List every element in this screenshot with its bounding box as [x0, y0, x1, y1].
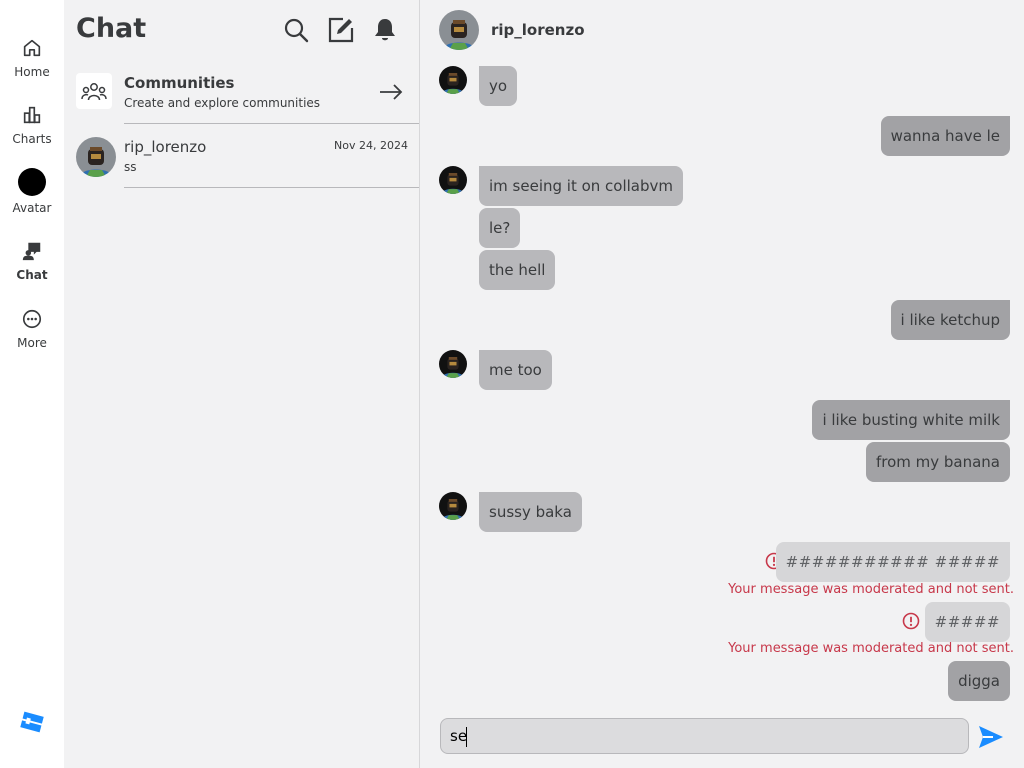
- incoming-message[interactable]: the hell: [479, 250, 556, 290]
- more-icon: [20, 307, 44, 331]
- outgoing-message[interactable]: i like busting white milk: [812, 400, 1010, 440]
- incoming-message[interactable]: im seeing it on collabvm: [479, 166, 684, 206]
- conversation-preview: ss: [124, 160, 137, 174]
- search-icon[interactable]: [282, 16, 310, 44]
- chat-list-title: Chat: [76, 13, 147, 44]
- partner-avatar[interactable]: [439, 10, 479, 50]
- conversation-date: Nov 24, 2024: [334, 139, 408, 152]
- incoming-message[interactable]: me too: [479, 350, 552, 390]
- error-icon: [902, 612, 920, 630]
- message-avatar[interactable]: [439, 166, 467, 194]
- message-input[interactable]: [440, 718, 969, 754]
- incoming-message[interactable]: le?: [479, 208, 521, 248]
- divider: [124, 123, 419, 124]
- nav-label-more: More: [17, 336, 47, 350]
- message-avatar[interactable]: [439, 492, 467, 520]
- moderated-message[interactable]: ########### #####: [775, 542, 1010, 582]
- nav-label-charts: Charts: [12, 132, 52, 146]
- nav-label-avatar: Avatar: [12, 201, 52, 215]
- send-icon[interactable]: [977, 723, 1005, 751]
- moderation-notice: Your message was moderated and not sent.: [728, 641, 1014, 656]
- outgoing-message[interactable]: from my banana: [865, 442, 1010, 482]
- communities-row[interactable]: Communities Create and explore communiti…: [64, 64, 420, 124]
- left-nav: Home Charts Avatar Chat More: [0, 0, 64, 768]
- bell-icon[interactable]: [371, 16, 399, 44]
- moderated-message[interactable]: #####: [924, 602, 1010, 642]
- outgoing-message[interactable]: i like ketchup: [890, 300, 1010, 340]
- conversation-panel: rip_lorenzo yo wanna have le im seeing i…: [420, 0, 1024, 768]
- message-avatar[interactable]: [439, 66, 467, 94]
- divider: [124, 187, 419, 188]
- roblox-logo-icon[interactable]: [20, 710, 44, 734]
- arrow-right-icon[interactable]: [378, 80, 404, 104]
- message-avatar[interactable]: [439, 350, 467, 378]
- chat-list-panel: Chat Communities Create and explore comm…: [64, 0, 420, 768]
- charts-icon: [20, 103, 44, 127]
- nav-item-more[interactable]: More: [0, 307, 64, 350]
- outgoing-message[interactable]: digga: [948, 661, 1010, 701]
- nav-item-chat[interactable]: Chat: [0, 239, 64, 282]
- incoming-message[interactable]: sussy baka: [479, 492, 582, 532]
- moderation-notice: Your message was moderated and not sent.: [728, 582, 1014, 597]
- nav-item-charts[interactable]: Charts: [0, 103, 64, 146]
- communities-title: Communities: [124, 74, 235, 92]
- nav-item-home[interactable]: Home: [0, 36, 64, 79]
- outgoing-message[interactable]: wanna have le: [880, 116, 1010, 156]
- text-caret: [466, 727, 467, 747]
- nav-label-chat: Chat: [16, 268, 48, 282]
- nav-label-home: Home: [14, 65, 50, 79]
- partner-name[interactable]: rip_lorenzo: [491, 21, 585, 39]
- home-icon: [20, 36, 44, 60]
- incoming-message[interactable]: yo: [479, 66, 518, 106]
- nav-item-avatar[interactable]: Avatar: [0, 168, 64, 215]
- conversation-name: rip_lorenzo: [124, 138, 207, 156]
- avatar-icon: [18, 168, 46, 196]
- communities-subtitle: Create and explore communities: [124, 96, 321, 110]
- communities-icon: [76, 73, 112, 109]
- conversation-list-item[interactable]: rip_lorenzo Nov 24, 2024 ss: [64, 125, 420, 187]
- user-avatar: [76, 137, 116, 177]
- chat-icon: [20, 239, 44, 263]
- compose-icon[interactable]: [327, 16, 355, 44]
